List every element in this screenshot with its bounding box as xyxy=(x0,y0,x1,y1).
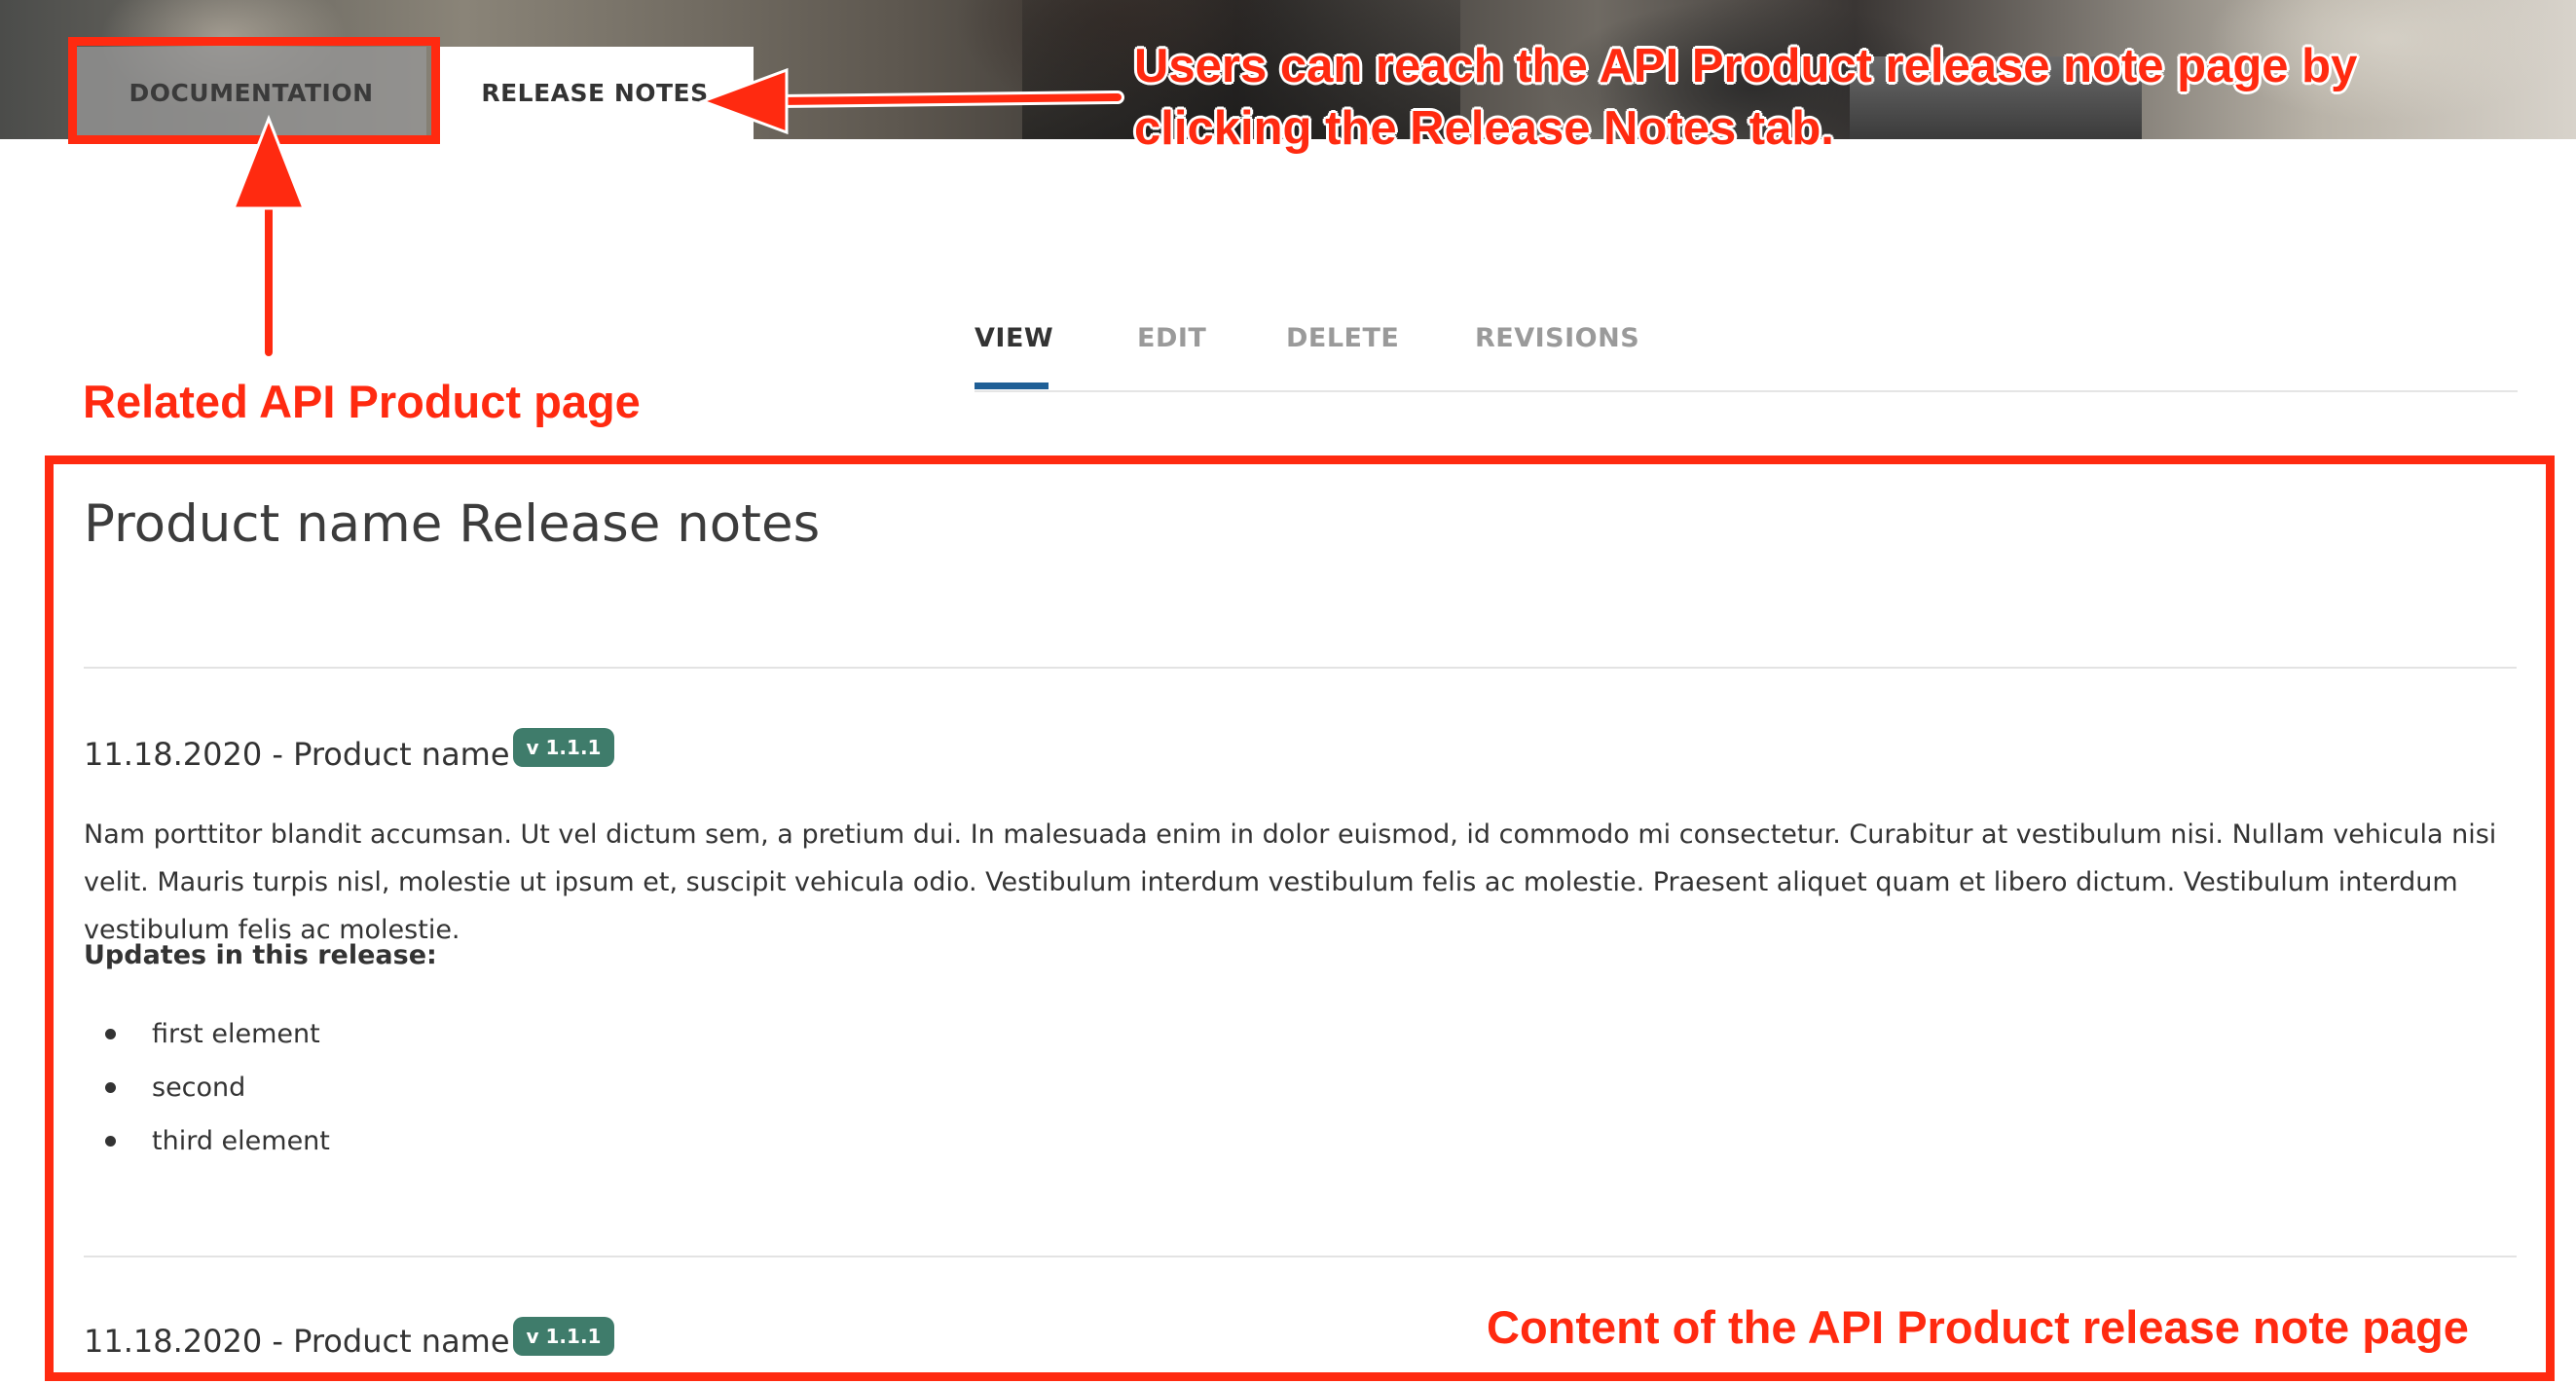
tabs-divider xyxy=(975,390,2518,392)
annotation-release-notes-tab: Users can reach the API Product release … xyxy=(1134,35,2357,160)
annotation-related-product: Related API Product page xyxy=(83,376,641,427)
tab-release-notes[interactable]: RELEASE NOTES xyxy=(436,47,754,139)
active-tab-indicator xyxy=(975,382,1049,389)
annotation-box-content xyxy=(45,455,2555,1381)
subtab-view[interactable]: VIEW xyxy=(975,323,1053,353)
annotation-box-documentation-tab xyxy=(68,37,440,144)
tab-release-notes-label: RELEASE NOTES xyxy=(481,79,709,107)
annotation-line: clicking the Release Notes tab. xyxy=(1134,102,1834,155)
annotation-line: Users can reach the API Product release … xyxy=(1134,40,2358,92)
annotation-content: Content of the API Product release note … xyxy=(1487,1301,2469,1353)
subtab-revisions[interactable]: REVISIONS xyxy=(1475,323,1639,353)
subtab-delete[interactable]: DELETE xyxy=(1286,323,1399,353)
subtab-edit[interactable]: EDIT xyxy=(1137,323,1206,353)
